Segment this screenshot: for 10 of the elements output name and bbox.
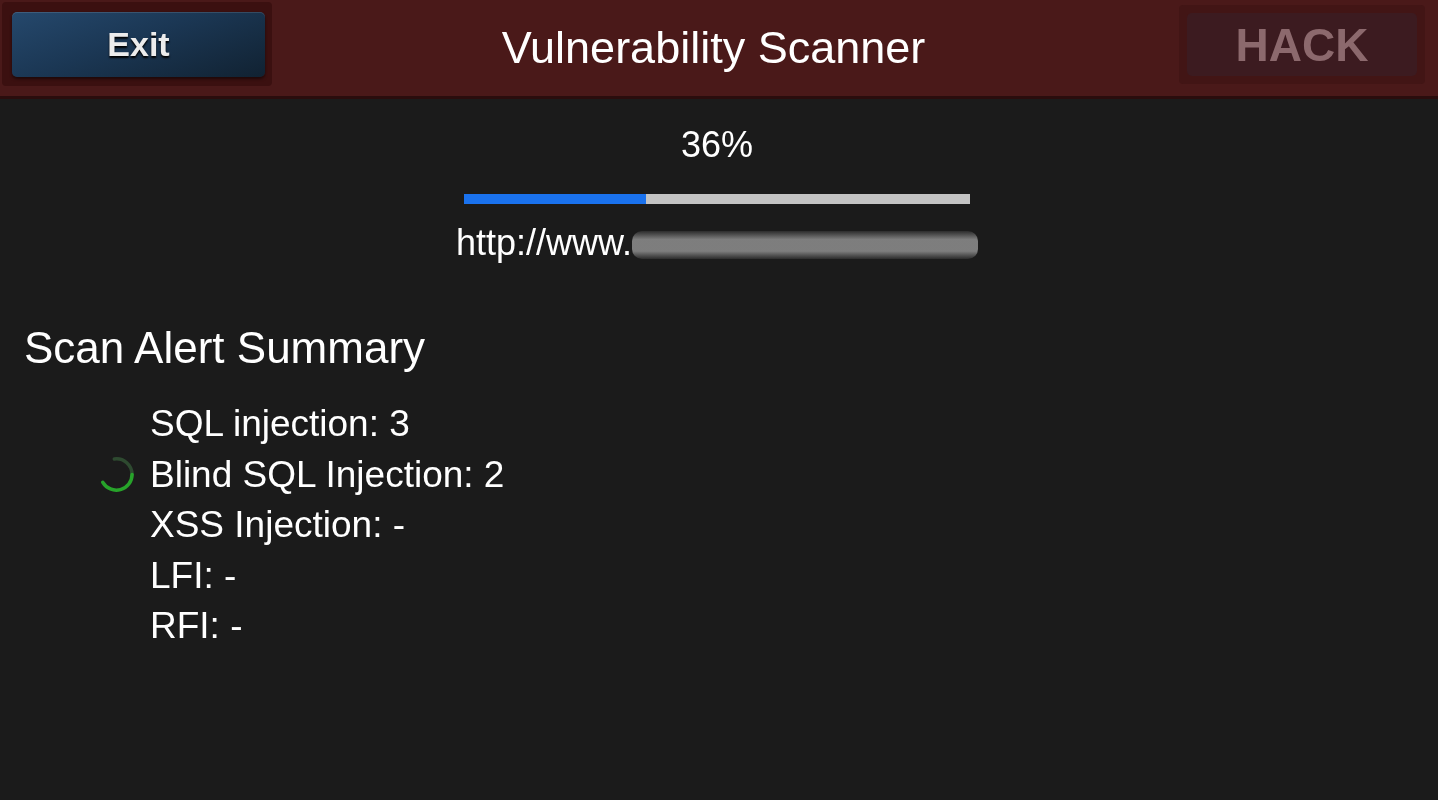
app-title: Vulnerability Scanner — [501, 22, 926, 74]
exit-button[interactable]: Exit — [12, 12, 265, 77]
alert-item: RFI: - — [150, 604, 243, 648]
alert-item: Blind SQL Injection: 2 — [150, 452, 505, 497]
progress-percent: 36% — [680, 124, 754, 166]
alert-item: SQL injection: 3 — [150, 402, 410, 446]
alert-item: XSS Injection: - — [150, 503, 405, 547]
target-url: http://www. — [455, 222, 633, 264]
alert-item: LFI: - — [150, 553, 237, 598]
summary-heading: Scan Alert Summary — [24, 323, 426, 373]
